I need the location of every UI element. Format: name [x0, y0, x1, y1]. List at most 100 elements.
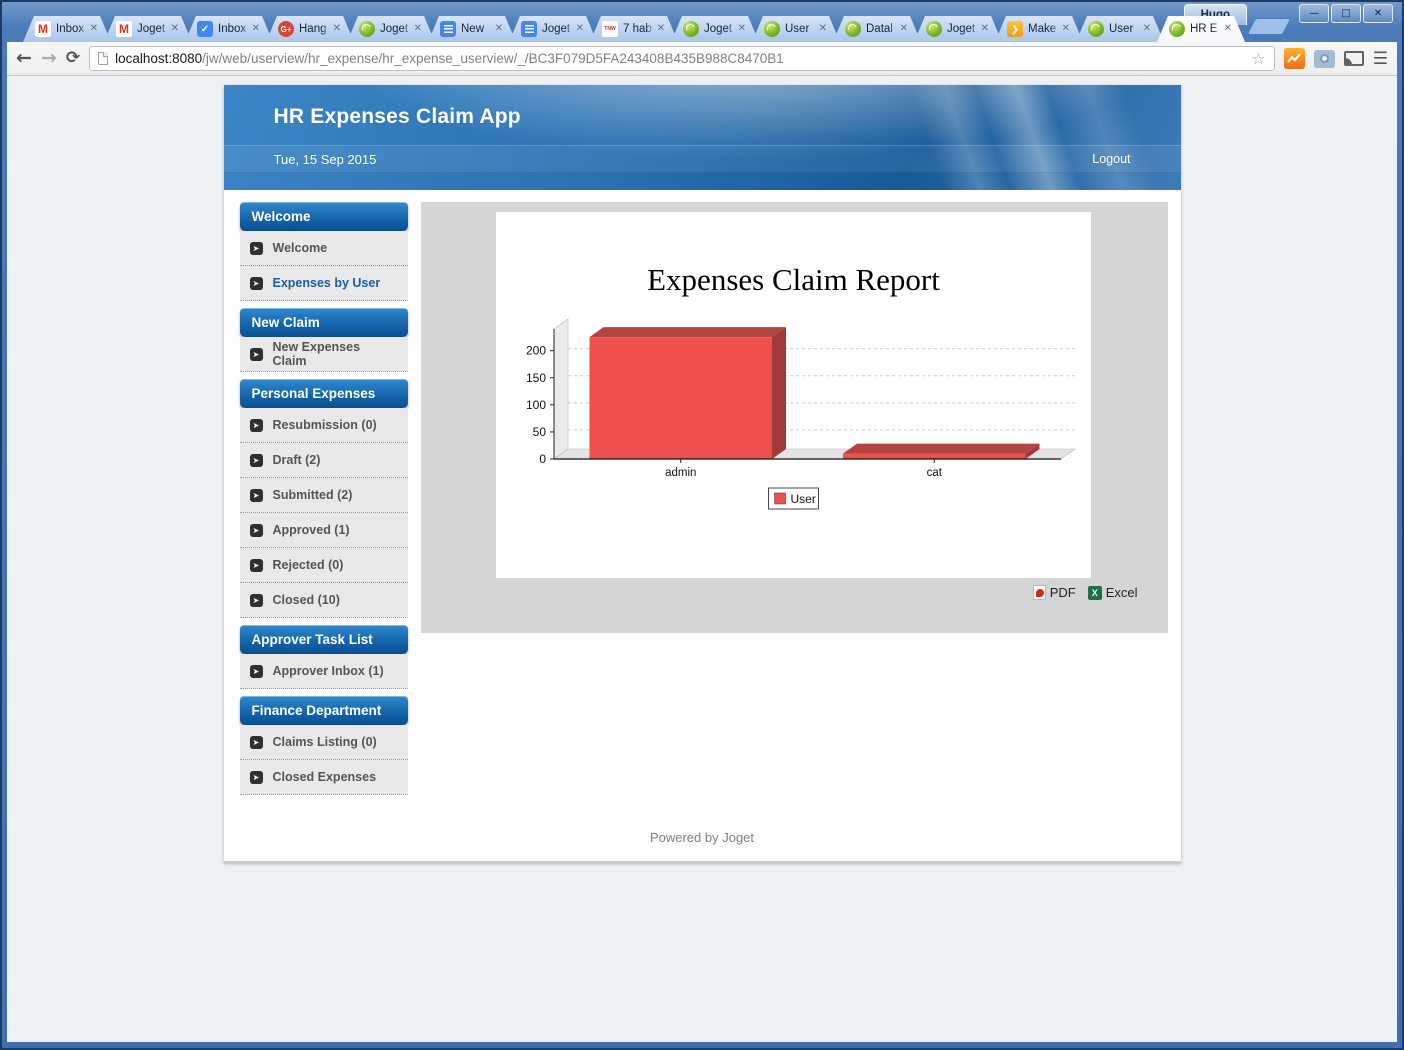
tab-label: User	[1109, 23, 1141, 35]
excel-icon: X	[1088, 586, 1102, 600]
back-icon[interactable]: ←	[16, 49, 32, 68]
menu-category-header: Finance Department	[240, 696, 408, 725]
sidebar-item-approver-inbox-1[interactable]: ➤Approver Inbox (1)	[240, 654, 408, 689]
tab-close-icon[interactable]: ✕	[1224, 24, 1232, 34]
sidebar-item-expenses-by-user[interactable]: ➤Expenses by User	[240, 266, 408, 301]
browser-tab[interactable]: Joget✕	[671, 16, 759, 42]
menu-item-list: ➤New Expenses Claim	[240, 337, 408, 372]
arrow-bullet-icon: ➤	[250, 771, 263, 784]
browser-toolbar: ← → ⟳ localhost:8080/jw/web/userview/hr_…	[7, 42, 1397, 76]
tab-close-icon[interactable]: ✕	[819, 24, 827, 34]
browser-tab[interactable]: Joget✕	[914, 16, 1002, 42]
export-pdf-link[interactable]: PDF	[1033, 585, 1076, 600]
browser-tab[interactable]: M Joget✕	[104, 16, 192, 42]
arrow-bullet-icon: ➤	[250, 665, 263, 678]
svg-text:100: 100	[525, 398, 545, 412]
gmail-favicon-icon: M	[116, 21, 132, 37]
sidebar-item-rejected-0[interactable]: ➤Rejected (0)	[240, 548, 408, 583]
browser-tab[interactable]: ❯Make✕	[995, 16, 1083, 42]
joget-favicon-icon	[1169, 21, 1185, 37]
menu-item-label: Draft (2)	[273, 453, 321, 467]
tab-label: Datal	[866, 23, 898, 35]
close-button[interactable]: ✕	[1363, 4, 1393, 23]
browser-tab[interactable]: User✕	[752, 16, 840, 42]
analytics-extension-icon[interactable]	[1284, 48, 1305, 69]
logout-link[interactable]: Logout	[1092, 152, 1130, 166]
sidebar-item-new-expenses-claim[interactable]: ➤New Expenses Claim	[240, 337, 408, 372]
tab-close-icon[interactable]: ✕	[333, 24, 341, 34]
browser-tab[interactable]: Joget✕	[347, 16, 435, 42]
url-host: localhost:8080	[115, 51, 202, 66]
tab-label: Joget	[947, 23, 979, 35]
reload-icon[interactable]: ⟳	[66, 50, 80, 67]
gplus-favicon-icon: G+	[278, 21, 294, 37]
menu-item-label: New Expenses Claim	[273, 340, 398, 368]
sidebar-item-closed-10[interactable]: ➤Closed (10)	[240, 583, 408, 618]
tab-close-icon[interactable]: ✕	[1062, 24, 1070, 34]
sidebar-item-resubmission-0[interactable]: ➤Resubmission (0)	[240, 408, 408, 443]
sidebar-item-submitted-2[interactable]: ➤Submitted (2)	[240, 478, 408, 513]
tab-close-icon[interactable]: ✕	[171, 24, 179, 34]
menu-item-label: Welcome	[273, 241, 328, 255]
tab-strip: MInbox✕MJoget✕✓Inbox✕G+Hang✕Joget✕New✕Jo…	[23, 16, 1286, 42]
page-viewport: HR Expenses Claim App Tue, 15 Sep 2015 L…	[7, 76, 1397, 1042]
sidebar-item-closed-expenses[interactable]: ➤ Closed Expenses	[240, 760, 408, 795]
tab-label: Joget	[704, 23, 736, 35]
browser-tab[interactable]: TNW7 hab✕	[590, 16, 678, 42]
browser-tab[interactable]: New✕	[428, 16, 516, 42]
page-icon	[98, 52, 108, 65]
arrow-bullet-icon: ➤	[250, 489, 263, 502]
menu-category-header: Personal Expenses	[240, 379, 408, 408]
address-bar[interactable]: localhost:8080/jw/web/userview/hr_expens…	[89, 46, 1275, 71]
sidebar-item-claims-listing-0[interactable]: ➤Claims Listing (0)	[240, 725, 408, 760]
arrow-bullet-icon: ➤	[250, 524, 263, 537]
tab-close-icon[interactable]: ✕	[576, 24, 584, 34]
browser-tab[interactable]: Datal✕	[833, 16, 921, 42]
maximize-button[interactable]: □	[1331, 4, 1361, 23]
menu-item-list: ➤Resubmission (0) ➤ Draft (2) ➤Submitted (2…	[240, 408, 408, 618]
chrome-menu-icon[interactable]: ☰	[1373, 49, 1388, 69]
chromecast-icon[interactable]	[1344, 51, 1364, 66]
tab-close-icon[interactable]: ✕	[1143, 24, 1151, 34]
camera-extension-icon[interactable]	[1314, 50, 1335, 68]
new-tab-button[interactable]	[1248, 19, 1290, 34]
tab-label: Joget	[137, 23, 169, 35]
tab-close-icon[interactable]: ✕	[252, 24, 260, 34]
sidebar-item-approved-1[interactable]: ➤Approved (1)	[240, 513, 408, 548]
app-container: HR Expenses Claim App Tue, 15 Sep 2015 L…	[224, 85, 1181, 863]
arrow-bullet-icon: ➤	[250, 454, 263, 467]
browser-tab[interactable]: G+Hang✕	[266, 16, 354, 42]
sidebar-item-welcome[interactable]: ➤Welcome	[240, 231, 408, 266]
pdf-label: PDF	[1050, 585, 1076, 600]
tab-close-icon[interactable]: ✕	[495, 24, 503, 34]
tab-close-icon[interactable]: ✕	[738, 24, 746, 34]
browser-tab[interactable]: MInbox✕	[23, 16, 111, 42]
minimize-button[interactable]: —	[1299, 4, 1329, 23]
arrow-bullet-icon: ➤	[250, 559, 263, 572]
url-path: /jw/web/userview/hr_expense/hr_expense_u…	[202, 51, 784, 66]
tab-label: Inbox	[56, 23, 88, 35]
browser-tab[interactable]: ✓Inbox✕	[185, 16, 273, 42]
browser-tab[interactable]: User✕	[1076, 16, 1164, 42]
forward-icon[interactable]: →	[41, 49, 57, 68]
tab-label: 7 hab	[623, 23, 655, 35]
menu-item-label: Closed (10)	[273, 593, 340, 607]
bookmark-star-icon[interactable]: ☆	[1251, 49, 1265, 68]
tab-close-icon[interactable]: ✕	[414, 24, 422, 34]
titlebar: MInbox✕MJoget✕✓Inbox✕G+Hang✕Joget✕New✕Jo…	[7, 2, 1397, 42]
menu-item-list: ➤Welcome➤Expenses by User	[240, 231, 408, 301]
browser-tab[interactable]: HR E✕	[1157, 16, 1245, 42]
tab-close-icon[interactable]: ✕	[657, 24, 665, 34]
tab-close-icon[interactable]: ✕	[90, 24, 98, 34]
svg-text:50: 50	[532, 425, 546, 439]
tab-close-icon[interactable]: ✕	[900, 24, 908, 34]
browser-tab[interactable]: Joget✕	[509, 16, 597, 42]
export-excel-link[interactable]: X Excel	[1088, 585, 1138, 600]
sidebar-item-draft-2[interactable]: ➤ Draft (2)	[240, 443, 408, 478]
menu-item-label: Closed Expenses	[273, 770, 377, 784]
tab-label: User	[785, 23, 817, 35]
joget-favicon-icon	[845, 21, 861, 37]
tab-close-icon[interactable]: ✕	[981, 24, 989, 34]
url-text[interactable]: localhost:8080/jw/web/userview/hr_expens…	[115, 51, 1244, 66]
current-date: Tue, 15 Sep 2015	[274, 152, 377, 167]
